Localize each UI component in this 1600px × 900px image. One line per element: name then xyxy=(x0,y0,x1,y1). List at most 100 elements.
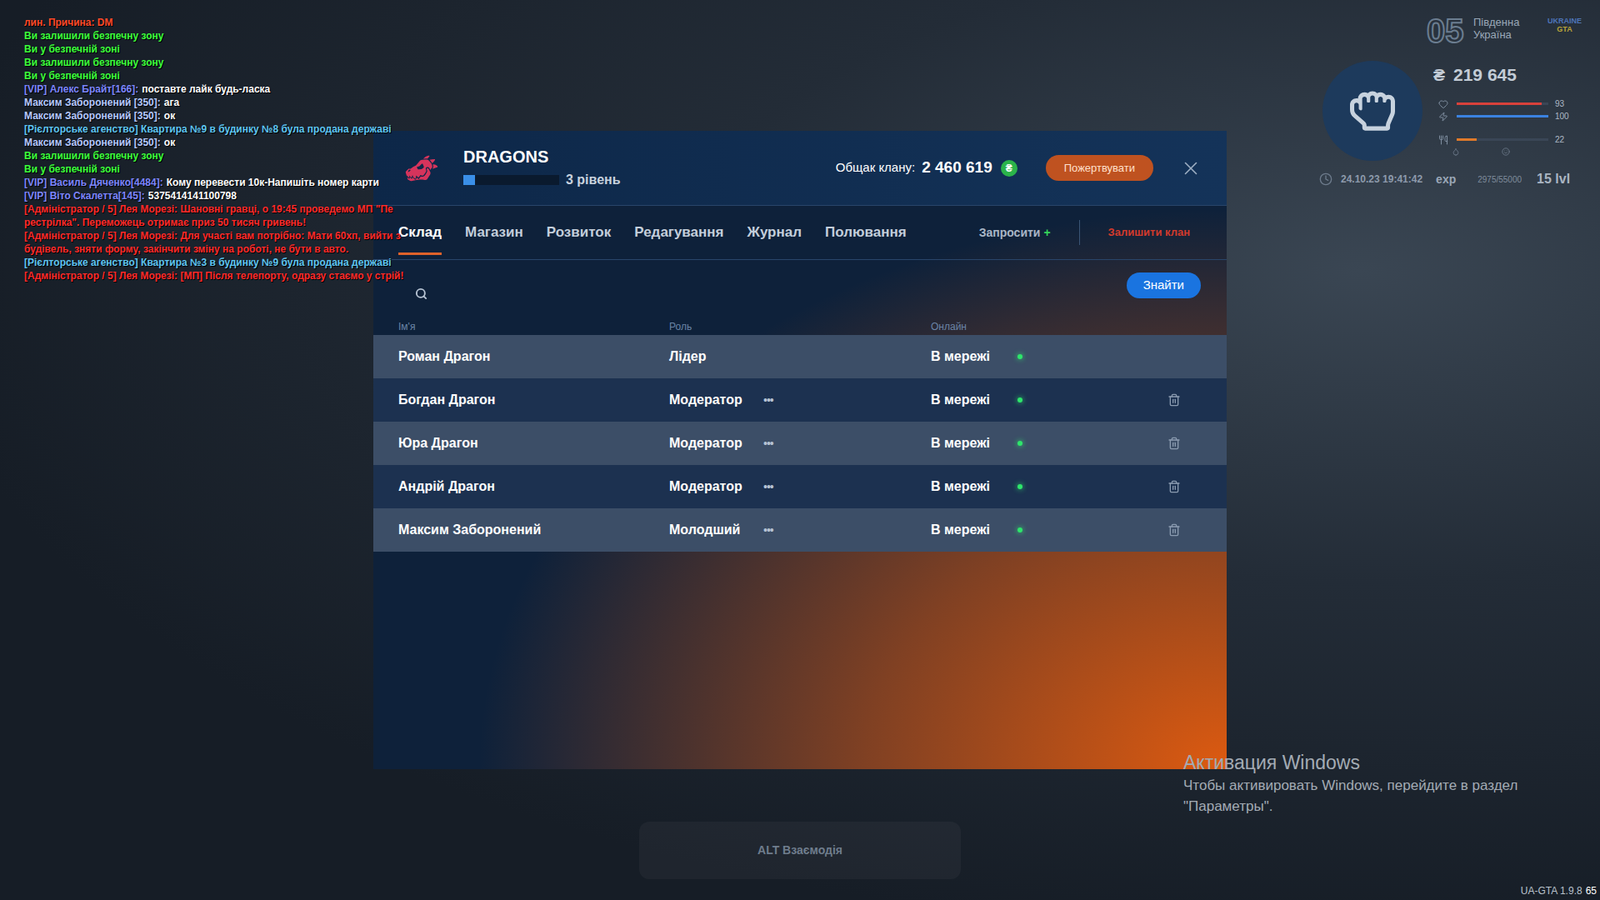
stat-icon xyxy=(1438,99,1449,110)
member-menu-button[interactable]: ••• xyxy=(763,521,774,540)
tab-bar: Склад Магазин Розвиток Редагування Журнал Пол… xyxy=(373,205,1227,260)
member-role: Модератор xyxy=(669,476,764,497)
chat-line: Ви залишили безпечну зону xyxy=(24,149,404,163)
member-row[interactable]: Андрій ДрагонМодератор••• В мережі xyxy=(373,465,1227,509)
member-role: Молодший xyxy=(669,520,764,540)
donate-button[interactable]: Пожертвувати xyxy=(1045,155,1154,181)
tab[interactable]: Редагування xyxy=(634,205,724,260)
trash-icon xyxy=(1167,480,1181,494)
stat-row: 22 xyxy=(1438,133,1572,146)
table-header: Ім'яРольОнлайн xyxy=(373,318,1227,335)
tab[interactable]: Полювання xyxy=(825,205,907,260)
online-dot xyxy=(1017,397,1023,403)
game-screen: DRAGONS 3 рівень Общак клану: 2 460 619 ₴ Пож… xyxy=(0,0,1600,900)
tab[interactable]: Журнал xyxy=(747,205,803,260)
chat-line: [VIP] Василь Дяченко[4484]:Кому перевест… xyxy=(24,175,404,190)
chat-line: Ви у безпечній зоні xyxy=(24,69,404,83)
exp-value: 2975/55000 xyxy=(1477,173,1522,186)
member-status: В мережі xyxy=(930,520,990,540)
member-menu-button[interactable]: ••• xyxy=(763,478,774,496)
chat-line: Максим Заборонений [350]:ага xyxy=(24,95,404,110)
online-dot xyxy=(1017,440,1023,446)
remove-member-button[interactable] xyxy=(1167,523,1181,537)
clan-name: DRAGONS xyxy=(463,146,621,167)
stat-icon xyxy=(1438,111,1449,122)
clan-logo xyxy=(403,147,440,190)
close-button[interactable] xyxy=(1180,157,1202,180)
member-status: В мережі xyxy=(930,390,990,410)
member-row[interactable]: Богдан ДрагонМодератор••• В мережі xyxy=(373,378,1227,422)
treasury-value: 2 460 619 xyxy=(921,155,993,180)
remove-member-button[interactable] xyxy=(1167,480,1181,494)
treasury-label: Общак клану: xyxy=(835,158,915,178)
clan-header: DRAGONS 3 рівень Общак клану: 2 460 619 ₴ Пож… xyxy=(373,130,1227,206)
chat-line: будівель, зняти форму, закінчити зміну н… xyxy=(24,242,404,256)
close-icon xyxy=(1180,157,1202,180)
member-menu-button[interactable]: ••• xyxy=(763,391,774,410)
chat-line: [Адміністратор / 5] Лея Морезі: Шановні … xyxy=(24,202,404,216)
game-logo: UKRAINEGTA xyxy=(1547,16,1582,34)
chat-line: [Адміністратор / 5] Лея Морезі: Для учас… xyxy=(24,229,404,243)
member-name: Роман Драгон xyxy=(398,346,670,367)
chat-line: [VIP] Віто Скалетта[145]:537541414110079… xyxy=(24,189,404,203)
member-status: В мережі xyxy=(930,476,990,497)
dragon-icon xyxy=(404,150,440,186)
server-number: 05 xyxy=(1426,11,1465,50)
search-icon xyxy=(415,287,428,300)
invite-button[interactable]: Запросити + xyxy=(979,224,1051,242)
search-button[interactable]: Знайти xyxy=(1126,272,1201,299)
search-field[interactable] xyxy=(415,260,1127,319)
chat-line: [VIP] Алекс Брайт[166]:поставте лайк буд… xyxy=(24,82,404,96)
member-role: Лідер xyxy=(669,346,764,367)
version: UA-GTA 1.9.865 xyxy=(1520,883,1597,899)
player-level: 15 lvl xyxy=(1536,169,1570,190)
clan-level: 3 рівень xyxy=(565,170,621,190)
online-dot xyxy=(1017,484,1023,490)
stat-row: 93 xyxy=(1438,97,1572,110)
chat-line: Максим Заборонений [350]:ок xyxy=(24,109,404,123)
member-status: В мережі xyxy=(930,346,990,367)
member-name: Максим Заборонений xyxy=(398,520,670,540)
server-name: ПівденнаУкраїна xyxy=(1473,15,1520,41)
member-menu-button[interactable]: ••• xyxy=(763,435,774,453)
tab[interactable]: Розвиток xyxy=(546,205,611,260)
currency-coin-icon: ₴ xyxy=(1000,160,1018,177)
member-list: Роман ДрагонЛідерВ мережіБогдан ДрагонМо… xyxy=(373,335,1227,552)
chat-line: [Адміністратор / 5] Лея Морезі: [МП] Піс… xyxy=(24,269,404,283)
money: ₴219 645 xyxy=(1433,61,1517,89)
member-status: В мережі xyxy=(930,433,990,454)
datetime: 24.10.23 19:41:42 xyxy=(1340,171,1423,187)
interaction-hint: ALT Взаємодія xyxy=(639,821,961,880)
remove-member-button[interactable] xyxy=(1167,393,1181,407)
member-name: Богдан Драгон xyxy=(398,390,670,410)
tab[interactable]: Склад xyxy=(398,205,442,260)
mood-icon xyxy=(1501,147,1510,156)
thirst-icon xyxy=(1451,147,1460,156)
chat-line: рестрілка". Переможець отримає приз 50 т… xyxy=(24,215,404,230)
member-row[interactable]: Юра ДрагонМодератор•••В мережі xyxy=(373,421,1227,465)
exp-label: exp xyxy=(1435,170,1456,189)
leave-clan-button[interactable]: Залишити клан xyxy=(1108,224,1190,241)
chat-line: Ви залишили безпечну зону xyxy=(24,29,404,43)
stat-icon xyxy=(1438,135,1449,145)
member-row[interactable]: Максим ЗабороненийМолодший••• В мережі xyxy=(373,508,1227,552)
remove-member-button[interactable] xyxy=(1167,436,1181,450)
member-role: Модератор xyxy=(669,433,764,454)
chat-line: [Рієлторське агенство] Квартира №3 в буд… xyxy=(24,255,404,270)
online-dot xyxy=(1017,527,1023,533)
member-name: Андрій Драгон xyxy=(398,476,670,497)
chat-log: лин. Причина: DMВи залишили безпечну зон… xyxy=(24,15,404,283)
clan-level-bar xyxy=(463,175,560,185)
chat-line: Ви залишили безпечну зону xyxy=(24,55,404,70)
clock-icon xyxy=(1319,172,1333,186)
chat-line: лин. Причина: DM xyxy=(24,15,404,30)
fist-icon xyxy=(1350,88,1395,134)
hud-info-row: 24.10.23 19:41:42 exp 2975/55000 15 lvl xyxy=(1319,169,1570,190)
search-row: Знайти xyxy=(373,260,1227,319)
stat-row: 100 xyxy=(1438,110,1572,123)
chat-line: Ви у безпечній зоні xyxy=(24,42,404,56)
member-row[interactable]: Роман ДрагонЛідер В мережі xyxy=(373,335,1227,379)
tab[interactable]: Магазин xyxy=(465,205,524,260)
chat-line: Максим Заборонений [350]:ок xyxy=(24,135,404,150)
member-role: Модератор xyxy=(669,390,764,410)
